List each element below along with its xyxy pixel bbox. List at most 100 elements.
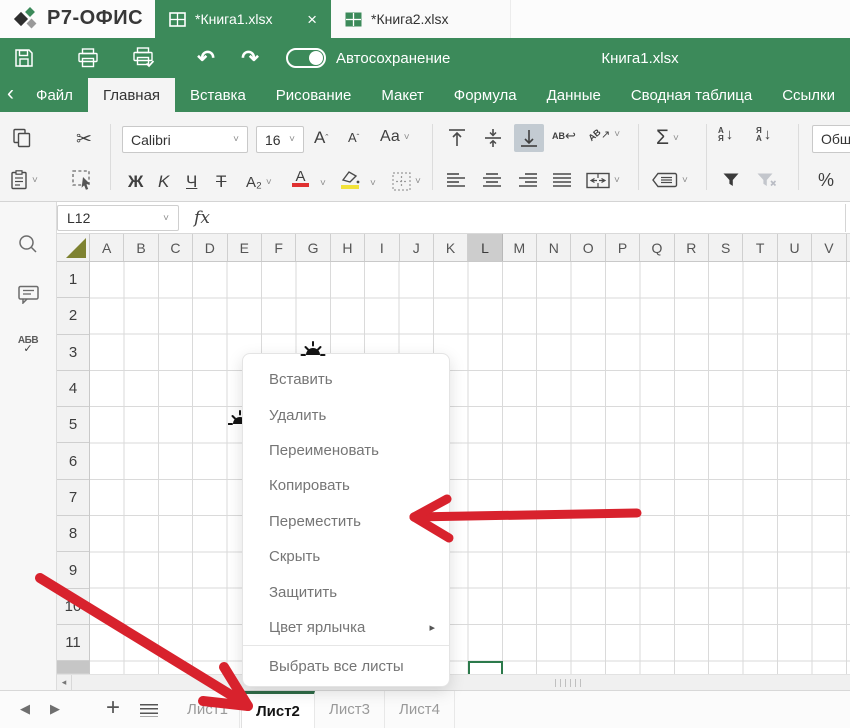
menu-item-delete[interactable]: Удалить — [243, 397, 449, 432]
sheet-tab-list1[interactable]: Лист1 — [176, 691, 240, 728]
col-header[interactable]: M — [503, 234, 537, 261]
add-sheet-button[interactable]: + — [106, 694, 120, 722]
col-header[interactable]: G — [296, 234, 330, 261]
col-header[interactable]: F — [262, 234, 296, 261]
menu-item-copy[interactable]: Копировать — [243, 468, 449, 503]
strikethrough-button[interactable]: Т — [216, 172, 226, 192]
underline-button[interactable]: Ч — [186, 172, 197, 192]
select-all-button[interactable] — [57, 234, 90, 262]
prev-sheet-icon[interactable]: ◀ — [20, 702, 30, 715]
sheet-tab-list2[interactable]: Лист2 — [241, 691, 315, 728]
cells-area[interactable] — [90, 262, 850, 674]
align-middle-button[interactable] — [482, 128, 504, 148]
col-header[interactable]: V — [812, 234, 846, 261]
tab-layout[interactable]: Макет — [366, 78, 438, 112]
col-header[interactable]: R — [675, 234, 709, 261]
row-header-selected-partial[interactable] — [57, 661, 89, 674]
col-header[interactable]: Q — [640, 234, 674, 261]
tab-links[interactable]: Ссылки — [767, 78, 850, 112]
row-header[interactable]: 9 — [57, 552, 89, 588]
col-header[interactable]: J — [400, 234, 434, 261]
highlight-color-button[interactable] — [340, 170, 360, 189]
menu-item-tab-color[interactable]: Цвет ярлычка ▸ — [243, 610, 449, 645]
save-button[interactable] — [12, 46, 36, 70]
row-header[interactable]: 2 — [57, 298, 89, 334]
col-header[interactable]: U — [778, 234, 812, 261]
doc-tab-kniga2[interactable]: *Книга2.xlsx — [331, 0, 511, 38]
autosum-button[interactable]: Σ ˅ — [656, 126, 679, 150]
justify-button[interactable] — [552, 172, 572, 188]
col-header[interactable]: D — [193, 234, 227, 261]
horizontal-scrollbar[interactable]: ◂ — [57, 674, 850, 690]
sheet-tab-list4[interactable]: Лист4 — [385, 691, 455, 728]
tab-file[interactable]: Файл — [21, 78, 88, 112]
row-header[interactable]: 10 — [57, 589, 89, 625]
increase-font-button[interactable]: Аˆ — [314, 128, 328, 148]
align-top-button[interactable] — [446, 128, 468, 148]
change-case-button[interactable]: Аа ˅ — [380, 128, 410, 146]
back-chevron-icon[interactable]: ‹ — [0, 78, 21, 112]
sort-descending-button[interactable]: ЯА ↓ — [756, 126, 771, 143]
search-icon[interactable] — [15, 231, 41, 257]
insert-function-button[interactable]: fx — [185, 205, 219, 231]
copy-button[interactable] — [12, 128, 32, 148]
col-header-selected[interactable]: L — [468, 234, 502, 261]
clear-filter-button[interactable] — [756, 172, 778, 187]
filter-button[interactable] — [722, 172, 740, 187]
menu-item-insert[interactable]: Вставить — [243, 362, 449, 397]
number-format-select[interactable]: Общий — [812, 125, 850, 153]
autosave-toggle[interactable] — [286, 48, 326, 68]
col-header[interactable]: B — [124, 234, 158, 261]
selected-cell-L12[interactable] — [468, 661, 503, 674]
print-button[interactable] — [76, 46, 100, 70]
chevron-down-icon[interactable]: ˅ — [370, 178, 376, 189]
named-ranges-button[interactable]: ˅ — [652, 172, 688, 188]
wrap-text-button[interactable]: АВ↩ — [552, 128, 576, 144]
tab-pivot[interactable]: Сводная таблица — [616, 78, 767, 112]
col-header[interactable]: S — [709, 234, 743, 261]
align-left-button[interactable] — [446, 172, 466, 188]
row-header[interactable]: 5 — [57, 407, 89, 443]
row-header[interactable]: 8 — [57, 516, 89, 552]
decrease-font-button[interactable]: Аˆ — [348, 130, 359, 145]
align-bottom-button[interactable] — [514, 124, 544, 152]
tab-draw[interactable]: Рисование — [261, 78, 367, 112]
menu-item-rename[interactable]: Переименовать — [243, 433, 449, 468]
redo-button[interactable]: ↷ — [238, 46, 262, 70]
tab-formula[interactable]: Формула — [439, 78, 532, 112]
row-header[interactable]: 7 — [57, 480, 89, 516]
tab-insert[interactable]: Вставка — [175, 78, 261, 112]
col-header[interactable]: C — [159, 234, 193, 261]
sort-ascending-button[interactable]: АЯ ↓ — [718, 126, 733, 143]
scroll-left-icon[interactable]: ◂ — [57, 675, 72, 690]
comments-icon[interactable] — [15, 281, 41, 307]
col-header[interactable]: I — [365, 234, 399, 261]
merge-cells-button[interactable]: ˅ — [586, 172, 620, 189]
paste-button[interactable]: ˅ — [10, 170, 38, 190]
orientation-button[interactable]: АВ ↗ ˅ — [588, 128, 620, 141]
row-headers[interactable]: 1 2 3 4 5 6 7 8 9 10 11 — [57, 262, 90, 674]
sheet-list-icon[interactable] — [140, 704, 158, 717]
cell-name-box[interactable]: L12 ˅ — [57, 205, 179, 231]
col-header[interactable]: E — [228, 234, 262, 261]
menu-item-hide[interactable]: Скрыть — [243, 539, 449, 574]
borders-button[interactable]: ˅ — [392, 172, 421, 191]
spellcheck-icon[interactable]: АБВ ✓ — [15, 332, 41, 358]
subscript-button[interactable]: А₂ ˅ — [246, 174, 272, 191]
cut-scissors-icon[interactable]: ✂ — [76, 128, 92, 151]
sheet-tab-list3[interactable]: Лист3 — [315, 691, 385, 728]
italic-button[interactable]: K — [158, 172, 169, 192]
tab-data[interactable]: Данные — [532, 78, 616, 112]
col-header[interactable]: T — [743, 234, 777, 261]
tab-home[interactable]: Главная — [88, 78, 175, 112]
menu-item-move[interactable]: Переместить — [243, 504, 449, 539]
doc-tab-kniga1[interactable]: *Книга1.xlsx × — [155, 0, 331, 38]
scrollbar-handle[interactable] — [555, 679, 581, 687]
quick-print-button[interactable] — [132, 46, 156, 70]
select-area-button[interactable] — [72, 170, 94, 191]
font-color-button[interactable]: А — [292, 170, 309, 187]
row-header[interactable]: 3 — [57, 335, 89, 371]
chevron-down-icon[interactable]: ˅ — [320, 178, 326, 189]
column-headers[interactable]: A B C D E F G H I J K L M N O P Q R S T … — [90, 234, 850, 262]
row-header[interactable]: 4 — [57, 371, 89, 407]
